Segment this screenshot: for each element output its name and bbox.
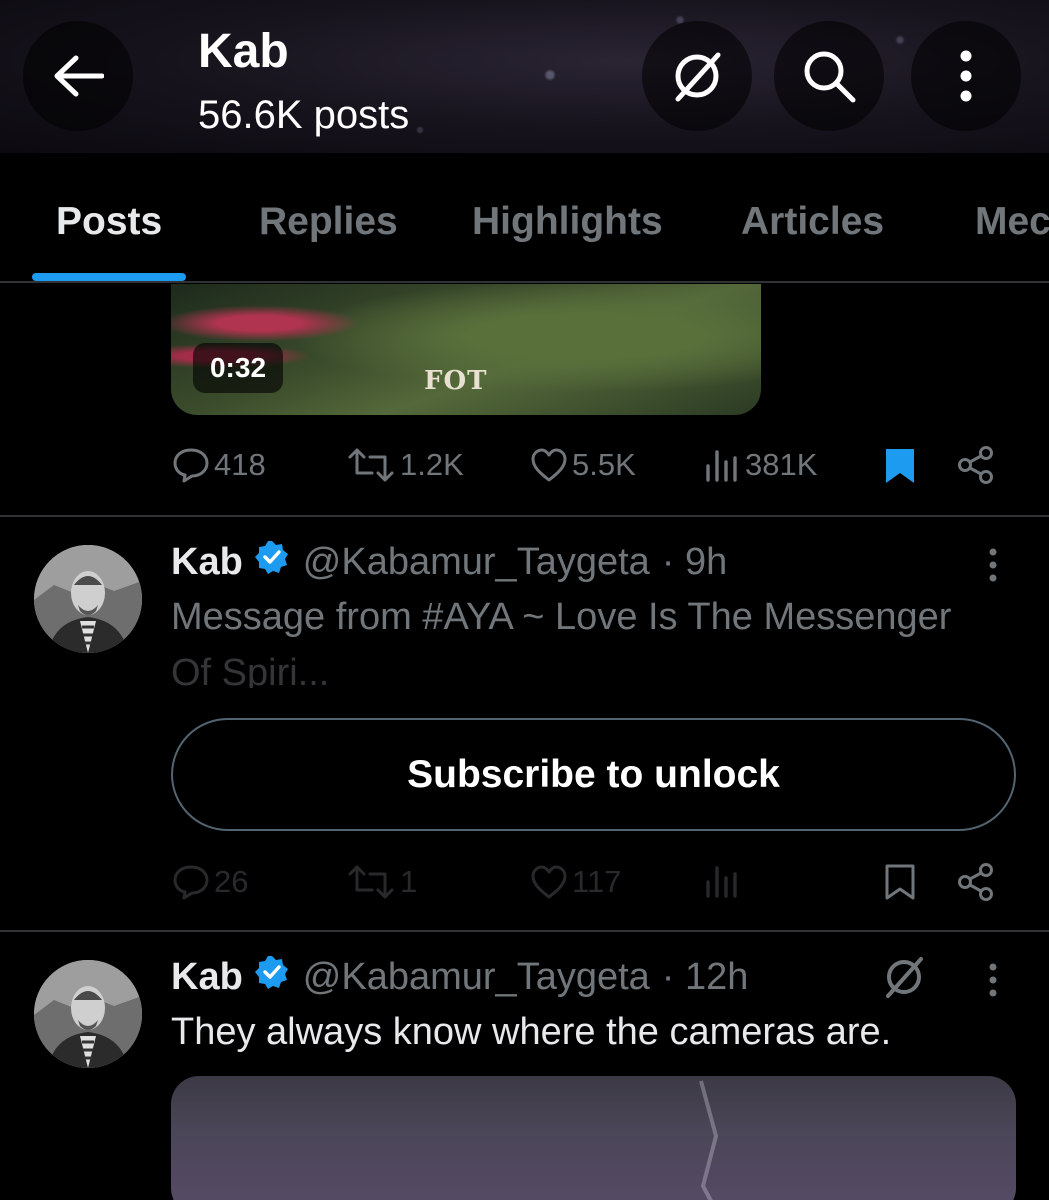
grok-button[interactable]	[642, 21, 752, 131]
more-vertical-icon	[960, 50, 972, 102]
views-button[interactable]	[705, 864, 741, 898]
post-header: Kab @Kabamur_Taygeta · 9h	[171, 540, 727, 584]
video-duration-badge: 0:32	[193, 343, 283, 393]
back-button[interactable]	[23, 21, 133, 131]
profile-header: Kab 56.6K posts	[0, 0, 1049, 153]
post-timestamp[interactable]: · 12h	[662, 956, 749, 999]
more-options-button[interactable]	[911, 21, 1021, 131]
post-text-preview: Message from #AYA ~ Love Is The Messenge…	[171, 596, 952, 638]
tab-highlights[interactable]: Highlights	[472, 200, 663, 244]
like-button[interactable]: 117	[530, 864, 621, 900]
profile-tabs: Posts Replies Highlights Articles Mec	[0, 153, 1049, 283]
reply-count: 418	[214, 447, 266, 482]
media-image-content	[699, 1080, 719, 1200]
more-vertical-icon	[989, 963, 997, 997]
grok-icon	[886, 957, 923, 998]
views-chart-icon	[706, 450, 737, 482]
verified-badge-icon	[254, 540, 289, 584]
post-text: They always know where the cameras are.	[171, 1011, 892, 1053]
share-button[interactable]	[957, 862, 995, 902]
tab-media[interactable]: Mec	[975, 200, 1049, 244]
heart-icon	[531, 448, 567, 482]
author-name[interactable]: Kab	[171, 541, 243, 584]
heart-icon	[531, 865, 567, 899]
author-handle[interactable]: @Kabamur_Taygeta	[303, 541, 650, 584]
post-count: 56.6K posts	[198, 93, 410, 137]
post-divider	[0, 930, 1049, 932]
like-button[interactable]: 5.5K	[530, 447, 636, 483]
repost-icon	[348, 448, 394, 482]
bookmark-button[interactable]	[884, 863, 916, 901]
tab-articles[interactable]: Articles	[741, 200, 884, 244]
avatar-image	[34, 545, 142, 653]
post-more-button[interactable]	[986, 547, 1000, 588]
reply-icon	[173, 448, 209, 483]
share-icon	[958, 446, 993, 484]
search-icon	[804, 51, 856, 103]
post-text-truncated: Of Spiri...	[171, 652, 330, 688]
repost-icon	[348, 865, 394, 899]
arrow-left-icon	[54, 55, 104, 97]
share-button[interactable]	[957, 445, 995, 485]
like-count: 5.5K	[572, 447, 636, 482]
grok-explain-button[interactable]	[880, 953, 928, 1006]
avatar-image	[34, 960, 142, 1068]
post-timestamp[interactable]: · 9h	[662, 541, 727, 584]
reply-icon	[173, 865, 209, 900]
tab-posts[interactable]: Posts	[56, 200, 162, 244]
reply-count: 26	[214, 864, 249, 899]
views-chart-icon	[706, 866, 737, 898]
tab-replies[interactable]: Replies	[259, 200, 398, 244]
view-count: 381K	[745, 447, 818, 482]
repost-button[interactable]: 1	[346, 864, 417, 900]
views-button[interactable]: 381K	[705, 447, 817, 483]
bookmark-icon	[885, 864, 915, 900]
grok-icon	[675, 52, 721, 102]
active-tab-indicator	[32, 273, 186, 281]
post-media-image[interactable]	[171, 1076, 1016, 1200]
more-vertical-icon	[989, 548, 997, 582]
repost-button[interactable]: 1.2K	[346, 447, 464, 483]
repost-count: 1.2K	[400, 447, 464, 482]
subscribe-to-unlock-button[interactable]: Subscribe to unlock	[171, 718, 1016, 831]
bookmark-button[interactable]	[884, 447, 916, 485]
author-handle[interactable]: @Kabamur_Taygeta	[303, 956, 650, 999]
profile-name: Kab	[198, 25, 289, 78]
bookmark-filled-icon	[886, 449, 914, 483]
post-header: Kab @Kabamur_Taygeta · 12h	[171, 955, 748, 999]
author-name[interactable]: Kab	[171, 956, 243, 999]
post-more-button[interactable]	[986, 962, 1000, 1003]
post-divider	[0, 515, 1049, 517]
verified-badge-icon	[254, 955, 289, 999]
like-count: 117	[572, 864, 622, 899]
avatar[interactable]	[34, 960, 142, 1068]
reply-button[interactable]: 26	[172, 864, 248, 900]
search-button[interactable]	[774, 21, 884, 131]
video-watermark: FOT	[424, 366, 488, 396]
reply-button[interactable]: 418	[172, 447, 266, 483]
share-icon	[958, 863, 993, 901]
avatar[interactable]	[34, 545, 142, 653]
repost-count: 1	[400, 864, 418, 899]
